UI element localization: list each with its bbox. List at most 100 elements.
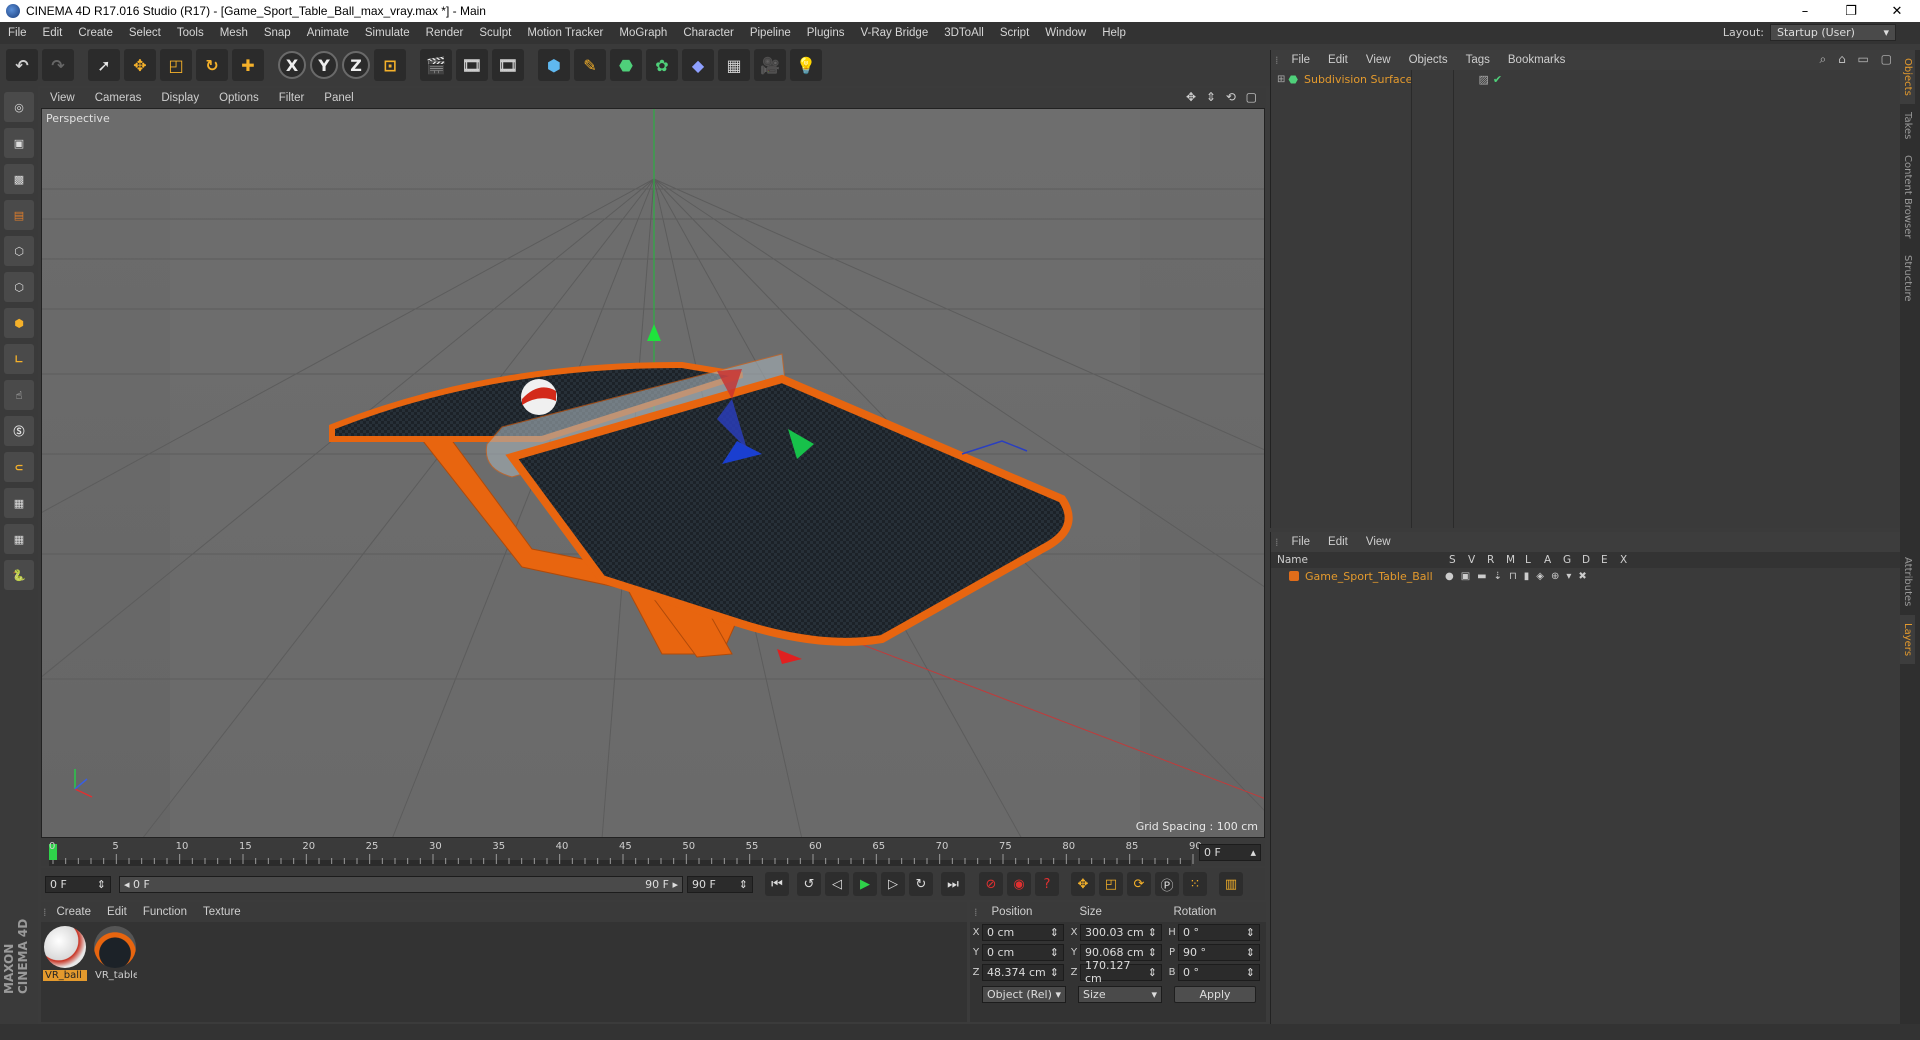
coordinate-mode-select[interactable]: Object (Rel) ▾ [982,986,1066,1003]
material-menu-function[interactable]: Function [135,906,195,918]
add-nurbs-button[interactable]: ⬣ [610,49,642,81]
menu-window[interactable]: Window [1037,27,1094,39]
y-axis-lock-button[interactable]: Y [310,51,338,79]
keyframe-selection-button[interactable]: ? [1035,872,1059,896]
enabled-check-icon[interactable]: ✔ [1493,73,1502,86]
menu-sculpt[interactable]: Sculpt [471,27,519,39]
menu-help[interactable]: Help [1094,27,1134,39]
size-mode-select[interactable]: Size ▾ [1078,986,1162,1003]
snap-button[interactable]: Ⓢ [4,416,34,446]
add-camera-button[interactable]: 🎥 [754,49,786,81]
python-button[interactable]: 🐍 [4,560,34,590]
material-menu-create[interactable]: Create [49,906,100,918]
menu-simulate[interactable]: Simulate [357,27,418,39]
apply-button[interactable]: Apply [1174,986,1256,1003]
restore-button[interactable]: ❐ [1828,0,1874,22]
rotate-tool-button[interactable]: ↻ [196,49,228,81]
visibility-toggle-icon[interactable]: ▨ [1478,73,1488,86]
size-y-field[interactable]: 90.068 cm ⇕ [1080,943,1162,961]
model-mode-button[interactable]: ▣ [4,128,34,158]
menu-create[interactable]: Create [70,27,121,39]
side-tab-objects[interactable]: Objects [1900,50,1915,104]
size-z-field[interactable]: 170.127 cm ⇕ [1080,959,1162,985]
material-swatch-vr-ball[interactable]: VR_ball [43,926,87,984]
key-position-button[interactable]: ✥ [1071,872,1095,896]
make-editable-button[interactable]: ◎ [4,92,34,122]
layer-color-swatch[interactable] [1289,571,1299,581]
key-scale-button[interactable]: ◰ [1099,872,1123,896]
texture-mode-button[interactable]: ▩ [4,164,34,194]
object-menu-objects[interactable]: Objects [1400,54,1457,66]
magnet-button[interactable]: ⊂ [4,452,34,482]
side-tab-attributes[interactable]: Attributes [1900,549,1915,614]
material-menu-texture[interactable]: Texture [195,906,249,918]
menu-snap[interactable]: Snap [256,27,299,39]
tweak-mode-button[interactable]: ☝ [4,380,34,410]
menu-vray-bridge[interactable]: V-Ray Bridge [852,27,936,39]
current-frame-field[interactable]: 0 F ▴ [1199,844,1261,861]
frame-range-slider[interactable]: ◂ 0 F 90 F ▸ [119,875,683,893]
layer-menu-view[interactable]: View [1357,536,1400,548]
play-button[interactable]: ▶ [853,872,877,896]
autokey-button[interactable]: ◉ [1007,872,1031,896]
move-tool-button[interactable]: ✥ [124,49,156,81]
menu-edit[interactable]: Edit [35,27,71,39]
object-manager-toolbar-icons[interactable]: ⌕ ⌂ ▭ ▢ [1820,52,1896,67]
timeline-ruler[interactable]: 0 5 10 15 20 25 30 35 40 45 50 55 60 65 70 75 80 85 90 0 F… [41,840,1265,866]
size-x-field[interactable]: 300.03 cm ⇕ [1080,923,1162,941]
next-key-button[interactable]: ↻ [909,872,933,896]
menu-3dtoall[interactable]: 3DToAll [936,27,992,39]
perspective-viewport[interactable]: Perspective Grid Spacing : 100 cm [41,108,1265,838]
viewport-menu-options[interactable]: Options [209,92,269,104]
material-swatch-vr-table[interactable]: VR_table [93,926,137,984]
object-menu-bookmarks[interactable]: Bookmarks [1499,54,1575,66]
render-view-button[interactable]: 🎬 [420,49,452,81]
side-tab-takes[interactable]: Takes [1900,104,1915,147]
rotation-h-field[interactable]: 0 ° ⇕ [1178,923,1260,941]
object-menu-view[interactable]: View [1357,54,1400,66]
goto-start-button[interactable]: ⏮ [765,872,789,896]
position-x-field[interactable]: 0 cm ⇕ [982,923,1064,941]
record-keys-button[interactable]: ⊘ [979,872,1003,896]
x-axis-lock-button[interactable]: X [278,51,306,79]
render-picture-viewer-button[interactable]: 🎞 [456,49,488,81]
menu-plugins[interactable]: Plugins [799,27,853,39]
object-row-subdivision-surface[interactable]: ⊞ ⬣ Subdivision Surface ▨ ✔ [1271,70,1900,88]
prev-key-button[interactable]: ↺ [797,872,821,896]
key-parameter-button[interactable]: Ⓟ [1155,872,1179,896]
live-selection-button[interactable]: ➚ [88,49,120,81]
timeline-window-button[interactable]: ▥ [1219,872,1243,896]
viewport-menu-filter[interactable]: Filter [269,92,315,104]
layer-menu-edit[interactable]: Edit [1319,536,1357,548]
minimize-button[interactable]: – [1782,0,1828,22]
next-frame-button[interactable]: ▷ [881,872,905,896]
menu-select[interactable]: Select [121,27,169,39]
points-mode-button[interactable]: ⬡ [4,236,34,266]
menu-script[interactable]: Script [992,27,1037,39]
start-frame-field[interactable]: 0 F ⇕ [45,875,111,893]
close-button[interactable]: ✕ [1874,0,1920,22]
add-cube-button[interactable]: ⬢ [538,49,570,81]
position-z-field[interactable]: 48.374 cm ⇕ [982,963,1064,981]
menu-file[interactable]: File [0,27,35,39]
add-floor-button[interactable]: ▦ [718,49,750,81]
redo-button[interactable]: ↷ [42,49,74,81]
object-menu-file[interactable]: File [1283,54,1320,66]
menu-animate[interactable]: Animate [299,27,357,39]
viewport-menu-panel[interactable]: Panel [314,92,363,104]
add-deformer-button[interactable]: ◆ [682,49,714,81]
menu-mograph[interactable]: MoGraph [611,27,675,39]
menu-motion-tracker[interactable]: Motion Tracker [519,27,611,39]
menu-mesh[interactable]: Mesh [212,27,256,39]
add-light-button[interactable]: 💡 [790,49,822,81]
layout-select[interactable]: Startup (User) ▾ [1770,24,1896,41]
rotation-b-field[interactable]: 0 ° ⇕ [1178,963,1260,981]
viewport-menu-view[interactable]: View [40,92,85,104]
menu-render[interactable]: Render [418,27,472,39]
menu-tools[interactable]: Tools [169,27,212,39]
material-menu-edit[interactable]: Edit [99,906,135,918]
undo-button[interactable]: ↶ [6,49,38,81]
object-menu-tags[interactable]: Tags [1457,54,1499,66]
prev-frame-button[interactable]: ◁ [825,872,849,896]
layer-row[interactable]: Game_Sport_Table_Ball ●▣▬⇣⊓▮◈⊕▾✖ [1271,568,1900,584]
